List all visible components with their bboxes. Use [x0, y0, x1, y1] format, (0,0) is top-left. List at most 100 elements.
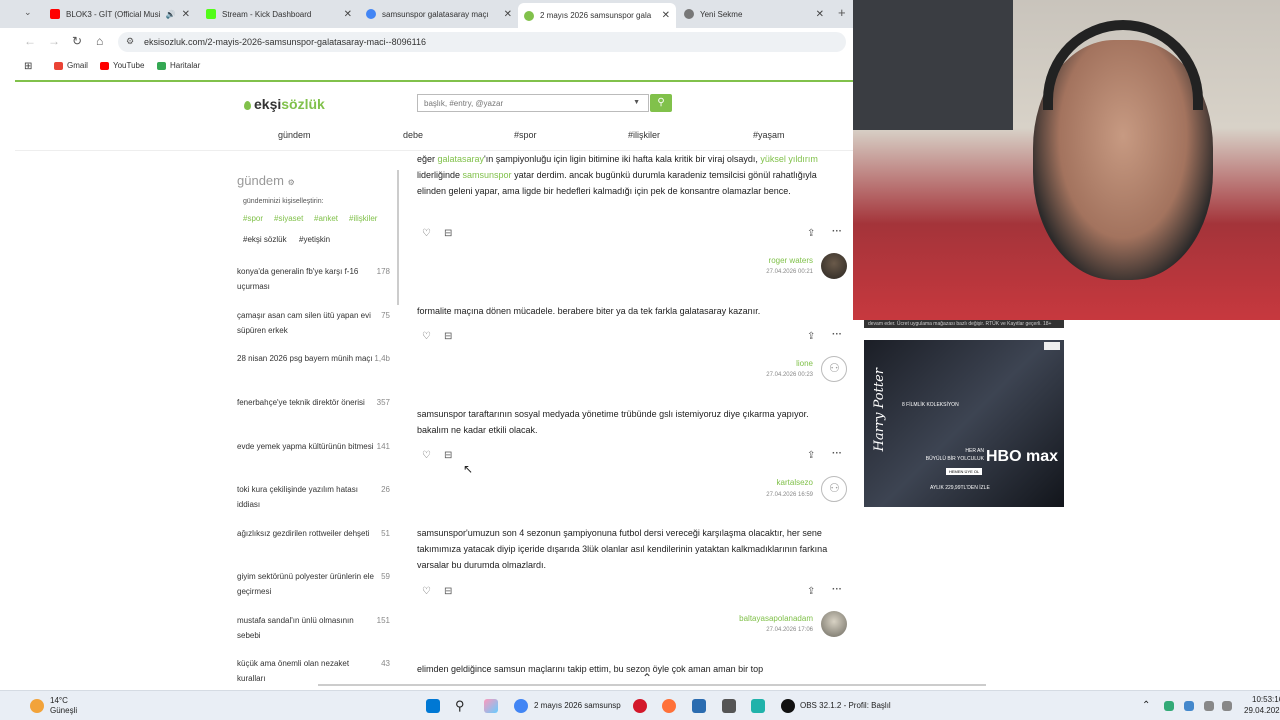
weather-temp[interactable]: 14°C	[50, 696, 68, 705]
search-icon[interactable]: ⚲	[455, 699, 469, 713]
clock-date[interactable]: 29.04.2026	[1244, 706, 1280, 715]
entry-author[interactable]: baltayasapolanadam	[663, 614, 813, 623]
reload-icon[interactable]: ↻	[72, 34, 82, 48]
address-bar[interactable]: ⚙ eksisozluk.com/2-mayis-2026-samsunspor…	[118, 32, 846, 52]
tag-iliskiler[interactable]: #ilişkiler	[349, 214, 377, 223]
volume-icon[interactable]	[1222, 701, 1232, 711]
back-icon[interactable]: ←	[24, 34, 36, 48]
windows-start-icon[interactable]	[426, 699, 440, 713]
bookmark-gmail[interactable]: Gmail	[54, 61, 88, 70]
avatar[interactable]	[821, 611, 847, 637]
close-icon[interactable]: ✕	[504, 9, 512, 20]
more-icon[interactable]: ···	[832, 226, 842, 237]
entry-date[interactable]: 27.04.2026 17:06	[663, 627, 813, 633]
home-icon[interactable]: ⌂	[96, 34, 103, 48]
chrome-icon[interactable]	[514, 699, 528, 713]
entry-link[interactable]: samsunspor	[463, 170, 512, 180]
share-icon[interactable]: ⇪	[807, 331, 815, 342]
chevron-down-icon[interactable]: ▼	[633, 99, 640, 106]
calculator-icon[interactable]	[692, 699, 706, 713]
tag-anket[interactable]: #anket	[314, 214, 338, 223]
weather-desc[interactable]: Güneşli	[50, 706, 77, 715]
tab-new[interactable]: Yeni Sekme ✕	[678, 3, 830, 25]
tag-spor[interactable]: #spor	[243, 214, 263, 223]
tag-yetiskin[interactable]: #yetişkin	[299, 235, 330, 244]
close-icon[interactable]: ✕	[816, 9, 824, 20]
tab-search-icon[interactable]: ⌄	[24, 7, 32, 18]
tag-siyaset[interactable]: #siyaset	[274, 214, 303, 223]
bookmark-youtube[interactable]: YouTube	[100, 61, 144, 70]
sidebar-item[interactable]: 28 nisan 2026 psg bayern münih maçı	[237, 351, 375, 366]
copilot-icon[interactable]	[484, 699, 498, 713]
hbo-max-ad[interactable]: Harry Potter 8 FİLMLİK KOLEKSİYON HER AN…	[864, 340, 1064, 507]
sidebar-item[interactable]: giyim sektörünü polyester ürünlerin ele …	[237, 569, 375, 599]
sidebar-item[interactable]: evde yemek yapma kültürünün bitmesi	[237, 439, 375, 454]
close-icon[interactable]: ✕	[662, 10, 670, 21]
tray-chevron-icon[interactable]: ⌃	[1142, 700, 1150, 711]
entry-date[interactable]: 27.04.2026 16:59	[663, 492, 813, 498]
ad-cta-button[interactable]: HEMEN ÜYE OL	[946, 468, 983, 475]
tab-youtube[interactable]: BLOK3 - GİT (Official Music 🔊 ✕	[44, 3, 196, 25]
apps-grid-icon[interactable]: ⊞	[24, 61, 32, 72]
nav-debe[interactable]: debe	[403, 130, 423, 140]
sidebar-item[interactable]: küçük ama önemli olan nezaket kuralları	[237, 656, 375, 686]
share-icon[interactable]: ⇪	[807, 228, 815, 239]
more-icon[interactable]: ···	[832, 448, 842, 459]
close-icon[interactable]: ✕	[344, 9, 352, 20]
sidebar-item[interactable]: konya'da generalin fb'ye karşı f-16 uçur…	[237, 264, 375, 294]
dislike-icon[interactable]: ⊟	[444, 228, 452, 239]
clock-time[interactable]: 10:53:16	[1252, 695, 1280, 704]
tag-eksi-sozluk[interactable]: #ekşi sözlük	[243, 235, 287, 244]
taskbar-obs[interactable]: OBS 32.1.2 - Profil: Başlıl	[800, 701, 891, 710]
bookmark-maps[interactable]: Haritalar	[157, 61, 200, 70]
nav-yasam[interactable]: #yaşam	[753, 130, 785, 140]
tray-app-icon[interactable]	[1164, 701, 1174, 711]
entry-author[interactable]: kartalsezo	[663, 478, 813, 487]
entry-author[interactable]: roger waters	[663, 256, 813, 265]
sidebar-scrollbar[interactable]	[397, 170, 399, 305]
entry-author[interactable]: lione	[663, 359, 813, 368]
heart-icon[interactable]: ♡	[422, 450, 431, 461]
obs-icon[interactable]	[781, 699, 795, 713]
dislike-icon[interactable]: ⊟	[444, 586, 452, 597]
entry-link[interactable]: yüksel yıldırım	[760, 154, 818, 164]
close-icon[interactable]: ✕	[182, 9, 190, 20]
search-button[interactable]: ⚲	[650, 94, 672, 112]
nav-gundem[interactable]: gündem	[278, 130, 311, 140]
entry-date[interactable]: 27.04.2026 00:23	[663, 372, 813, 378]
network-icon[interactable]	[1204, 701, 1214, 711]
tray-app-icon[interactable]	[1184, 701, 1194, 711]
tab-eksi-active[interactable]: 2 mayıs 2026 samsunspor gala ✕	[518, 3, 676, 28]
avatar[interactable]: ⚇	[821, 476, 847, 502]
speaker-icon[interactable]: 🔊	[166, 10, 176, 19]
search-input[interactable]: başlık, #entry, @yazar ▼	[417, 94, 649, 112]
forward-icon[interactable]: →	[48, 34, 60, 48]
tab-kick[interactable]: Stream - Kick Dashboard ✕	[200, 3, 358, 25]
new-tab-button[interactable]: +	[838, 5, 846, 20]
ad-info-icon[interactable]	[1044, 342, 1060, 350]
heart-icon[interactable]: ♡	[422, 586, 431, 597]
dislike-icon[interactable]: ⊟	[444, 331, 452, 342]
site-info-icon[interactable]: ⚙	[126, 36, 134, 47]
avatar[interactable]	[821, 253, 847, 279]
share-icon[interactable]: ⇪	[807, 450, 815, 461]
site-logo[interactable]: ekşisözlük	[244, 96, 325, 112]
taskbar-active-app[interactable]: 2 mayıs 2026 samsunsp	[534, 701, 621, 710]
scroll-up-icon[interactable]: ⌃	[642, 671, 652, 685]
avatar[interactable]: ⚇	[821, 356, 847, 382]
more-icon[interactable]: ···	[832, 329, 842, 340]
dislike-icon[interactable]: ⊟	[444, 450, 452, 461]
sidebar-item[interactable]: ağızlıksız gezdirilen rottweiler dehşeti	[237, 526, 375, 541]
sidebar-title[interactable]: gündem ⚙	[237, 173, 295, 188]
more-icon[interactable]: ···	[832, 584, 842, 595]
settings-icon[interactable]	[722, 699, 736, 713]
nav-iliskiler[interactable]: #ilişkiler	[628, 130, 660, 140]
share-icon[interactable]: ⇪	[807, 586, 815, 597]
sidebar-item[interactable]: toki kura çekilişinde yazılım hatası idd…	[237, 482, 375, 512]
app-icon[interactable]	[751, 699, 765, 713]
gear-icon[interactable]: ⚙	[288, 178, 295, 187]
sidebar-item[interactable]: mustafa sandal'ın ünlü olmasının sebebi	[237, 613, 375, 643]
entry-date[interactable]: 27.04.2026 00:21	[663, 269, 813, 275]
firefox-icon[interactable]	[662, 699, 676, 713]
heart-icon[interactable]: ♡	[422, 331, 431, 342]
